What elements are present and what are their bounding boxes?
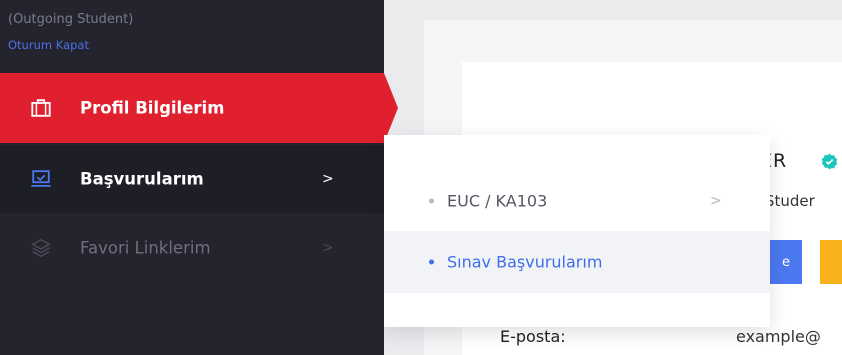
chevron-right-icon: > [322,240,334,256]
profile-secondary-button[interactable] [820,240,842,284]
applications-submenu: EUC / KA103 > Sınav Başvurularım [384,135,770,327]
submenu-item-euc-ka103[interactable]: EUC / KA103 > [384,170,770,232]
sidebar-item-profile[interactable]: Profil Bilgilerim [0,73,398,143]
sidebar-item-label: Favori Linklerim [80,238,211,258]
bullet-icon [429,198,434,204]
verified-badge-icon [821,153,838,170]
submenu-item-exam-applications[interactable]: Sınav Başvurularım [384,231,770,293]
briefcase-icon [31,99,51,117]
submenu-item-label: EUC / KA103 [447,191,548,211]
bullet-icon [429,259,434,265]
sidebar: (Outgoing Student) Oturum Kapat Profil B… [0,0,398,355]
submenu-item-label: Sınav Başvurularım [447,252,603,272]
chevron-right-icon: > [322,171,334,187]
profile-action-button[interactable]: e [770,240,802,284]
page: ER j Studer e E-posta: example@ (Outgoin… [0,0,842,355]
sidebar-item-label: Profil Bilgilerim [80,98,225,118]
profile-action-label: e [782,254,790,270]
laptop-icon [31,170,51,187]
chevron-right-icon: > [710,193,722,209]
user-role: (Outgoing Student) [8,12,134,27]
sidebar-item-favorites[interactable]: Favori Linklerim > [0,213,384,283]
email-label: E-posta: [500,327,566,346]
email-value: example@ [736,327,821,346]
sidebar-item-applications[interactable]: Başvurularım > [0,145,384,213]
layers-icon [31,238,51,258]
logout-link[interactable]: Oturum Kapat [8,38,89,52]
sidebar-item-label: Başvurularım [80,169,204,189]
